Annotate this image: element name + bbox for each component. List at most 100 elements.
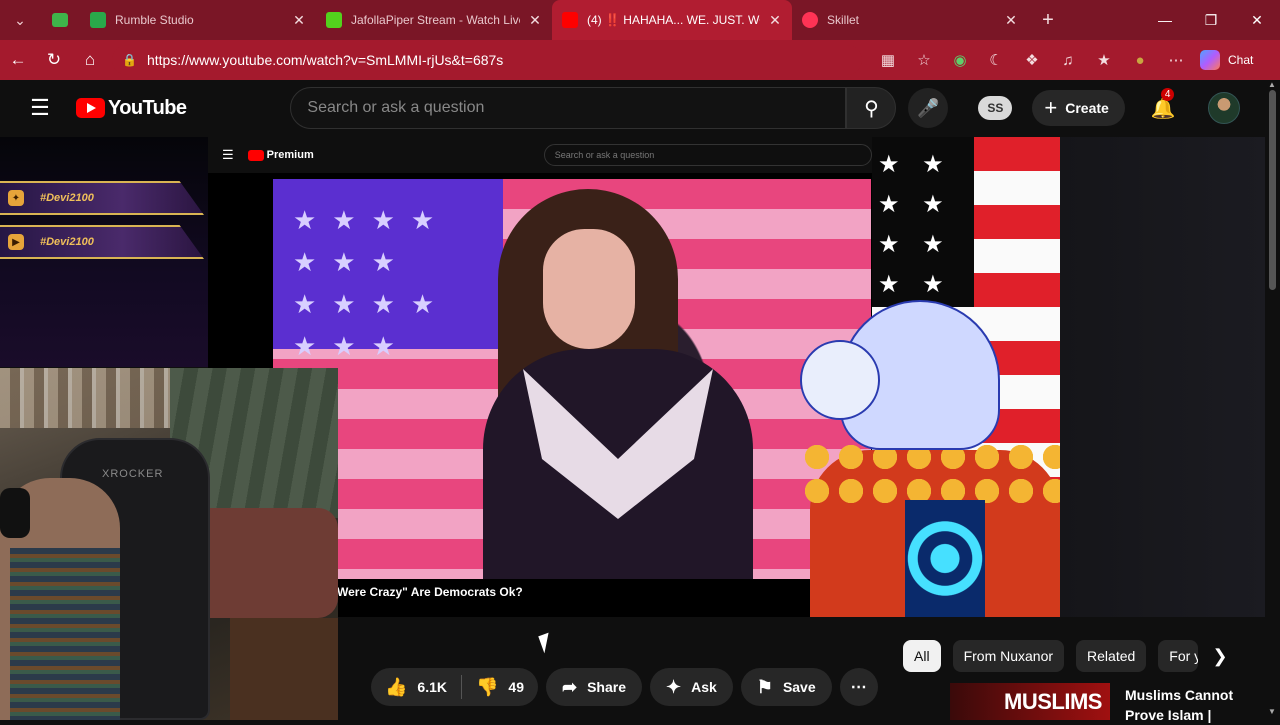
rumble-favicon-icon	[90, 12, 106, 28]
video-actions: 👍 6.1K 👎 49 ➦ Share ✦ Ask ⚑ Save ⋯	[371, 667, 878, 707]
close-tab-icon[interactable]: ✕	[768, 12, 782, 29]
notification-count-badge: 4	[1160, 87, 1175, 101]
lock-icon: 🔒	[122, 53, 137, 67]
search-icon: ⚲	[864, 97, 879, 120]
page-scrollbar[interactable]: ▲ ▼	[1265, 80, 1280, 720]
workspaces-icon[interactable]	[40, 0, 80, 40]
app-available-icon[interactable]: ▦	[870, 51, 906, 69]
scroll-up-icon[interactable]: ▲	[1268, 80, 1276, 89]
embedded-search-box: Search or ask a question	[543, 144, 872, 166]
copilot-chat-button[interactable]: Chat	[1200, 50, 1253, 70]
browser-tab[interactable]: Skillet ✕	[792, 0, 1028, 40]
extensions-puzzle-icon[interactable]: ❖	[1014, 51, 1050, 69]
browser-tab-active[interactable]: (4) ‼️ HAHAHA... WE. JUST. WON ✕	[552, 0, 792, 40]
minimize-icon[interactable]: —	[1142, 12, 1188, 29]
media-icon[interactable]: ♫	[1050, 52, 1086, 69]
flag-stars: ★ ★ ★ ★ ★ ★ ★ ★ ★ ★ ★ ★	[872, 137, 974, 378]
copilot-icon	[1200, 50, 1220, 70]
browser-tab[interactable]: Rumble Studio ✕	[80, 0, 316, 40]
streamer-tank-top	[10, 548, 120, 720]
thumbs-up-icon: 👍	[385, 676, 408, 697]
tab-actions-menu[interactable]: ⌄	[0, 0, 40, 40]
close-tab-icon[interactable]: ✕	[292, 12, 306, 29]
chip-related[interactable]: Related	[1076, 640, 1147, 672]
flag-stars: ★★★★ ★★★ ★★★★ ★★★	[293, 205, 451, 361]
recommendation-title[interactable]: Muslims Cannot Prove Islam |	[1125, 685, 1260, 725]
create-button[interactable]: + Create	[1032, 90, 1125, 126]
mouse-cursor-icon	[538, 632, 555, 654]
notifications-button[interactable]: 🔔 4	[1150, 87, 1176, 121]
avatar-shirt	[905, 500, 985, 617]
chip-for-you[interactable]: For y	[1158, 640, 1199, 672]
more-options-icon[interactable]: ⋯	[1158, 51, 1194, 69]
save-button[interactable]: ⚑ Save	[740, 668, 832, 706]
youtube-play-icon	[76, 98, 105, 118]
chip-from-nuxanor[interactable]: From Nuxanor	[952, 640, 1065, 672]
youtube-favicon-icon	[562, 12, 578, 28]
search-input[interactable]: Search or ask a question	[290, 87, 847, 129]
video-caption: Were Crazy" Are Democrats Ok?	[337, 585, 523, 599]
favorite-star-icon[interactable]: ☆	[906, 51, 942, 69]
youtube-premium-logo: Premium	[247, 149, 314, 161]
window-controls: — ❐ ✕	[1142, 12, 1280, 29]
webcam-overlay: XROCKER	[0, 368, 338, 720]
chair-brand-label: XROCKER	[102, 468, 164, 480]
vtuber-avatar	[800, 300, 1060, 617]
more-horizontal-icon: ⋯	[850, 679, 867, 696]
hamburger-menu-icon: ☰	[222, 147, 234, 162]
search-button[interactable]: ⚲	[846, 87, 897, 129]
scrollbar-thumb[interactable]	[1269, 90, 1276, 290]
webcam-bed	[190, 508, 338, 618]
like-button[interactable]: 👍 6.1K	[371, 668, 461, 706]
dark-mode-moon-icon[interactable]: ☾	[978, 51, 1014, 69]
close-tab-icon[interactable]: ✕	[1004, 12, 1018, 29]
youtube-logo[interactable]: YouTube	[76, 97, 187, 120]
ss-badge[interactable]: SS	[978, 96, 1013, 120]
youtube-icon: ▶	[8, 234, 24, 250]
embedded-youtube-header: ☰ Premium Search or ask a question	[208, 137, 872, 173]
sparkle-icon: ✦	[666, 676, 682, 697]
new-tab-button[interactable]: +	[1028, 9, 1068, 32]
browser-tab[interactable]: JafollaPiper Stream - Watch Live o ✕	[316, 0, 552, 40]
url-field[interactable]: 🔒 https://www.youtube.com/watch?v=SmLMMI…	[112, 45, 862, 75]
voice-search-button[interactable]: 🎤	[908, 88, 949, 128]
account-avatar[interactable]	[1207, 92, 1240, 124]
video-side-area	[1060, 137, 1265, 617]
address-bar-row: ← ↻ ⌂ 🔒 https://www.youtube.com/watch?v=…	[0, 40, 1280, 80]
recommendation-thumbnail[interactable]: MUSLIMS	[950, 683, 1110, 720]
more-actions-button[interactable]: ⋯	[839, 668, 878, 706]
close-window-icon[interactable]: ✕	[1234, 12, 1280, 29]
home-icon[interactable]: ⌂	[72, 42, 108, 78]
scroll-down-icon[interactable]: ▼	[1268, 707, 1276, 716]
favorites-icon[interactable]: ★	[1086, 51, 1122, 69]
youtube-play-icon	[247, 149, 264, 161]
social-handle-youtube: ▶ #Devi2100	[0, 225, 204, 259]
extension-green-icon[interactable]: ◉	[942, 51, 978, 69]
profile-avatar-icon[interactable]: ●	[1122, 52, 1158, 69]
share-button[interactable]: ➦ Share	[546, 668, 643, 706]
plus-icon: +	[1044, 95, 1058, 120]
chevron-right-icon[interactable]: ❯	[1206, 642, 1234, 670]
dislike-button[interactable]: 👎 49	[462, 668, 538, 706]
avatar-mask	[800, 340, 880, 420]
refresh-icon[interactable]: ↻	[36, 42, 72, 78]
video-frame-image: ★★★★ ★★★ ★★★★ ★★★	[273, 179, 871, 579]
bookmark-icon: ⚑	[756, 676, 773, 697]
restore-icon[interactable]: ❐	[1188, 12, 1234, 29]
share-arrow-icon: ➦	[562, 676, 578, 697]
bell-icon: 🔔	[1150, 97, 1176, 120]
close-tab-icon[interactable]: ✕	[528, 12, 542, 29]
chip-all[interactable]: All	[903, 640, 941, 672]
related-filter-chips: All From Nuxanor Related For y	[903, 640, 1210, 672]
hamburger-menu-icon[interactable]: ☰	[20, 95, 60, 121]
thumbs-down-icon: 👎	[476, 676, 499, 697]
browser-tab-strip: ⌄ Rumble Studio ✕ JafollaPiper Stream - …	[0, 0, 1280, 40]
like-dislike-group: 👍 6.1K 👎 49	[371, 668, 538, 706]
stream-overlay-panel: ✦ #Devi2100 ▶ #Devi2100	[0, 137, 208, 367]
presenter-face	[543, 229, 635, 349]
back-arrow-icon[interactable]: ←	[0, 42, 36, 78]
youtube-header: ☰ YouTube Search or ask a question ⚲ 🎤 S…	[0, 80, 1265, 136]
webcam-clutter	[230, 618, 338, 720]
ask-button[interactable]: ✦ Ask	[650, 668, 733, 706]
kick-favicon-icon	[326, 12, 342, 28]
